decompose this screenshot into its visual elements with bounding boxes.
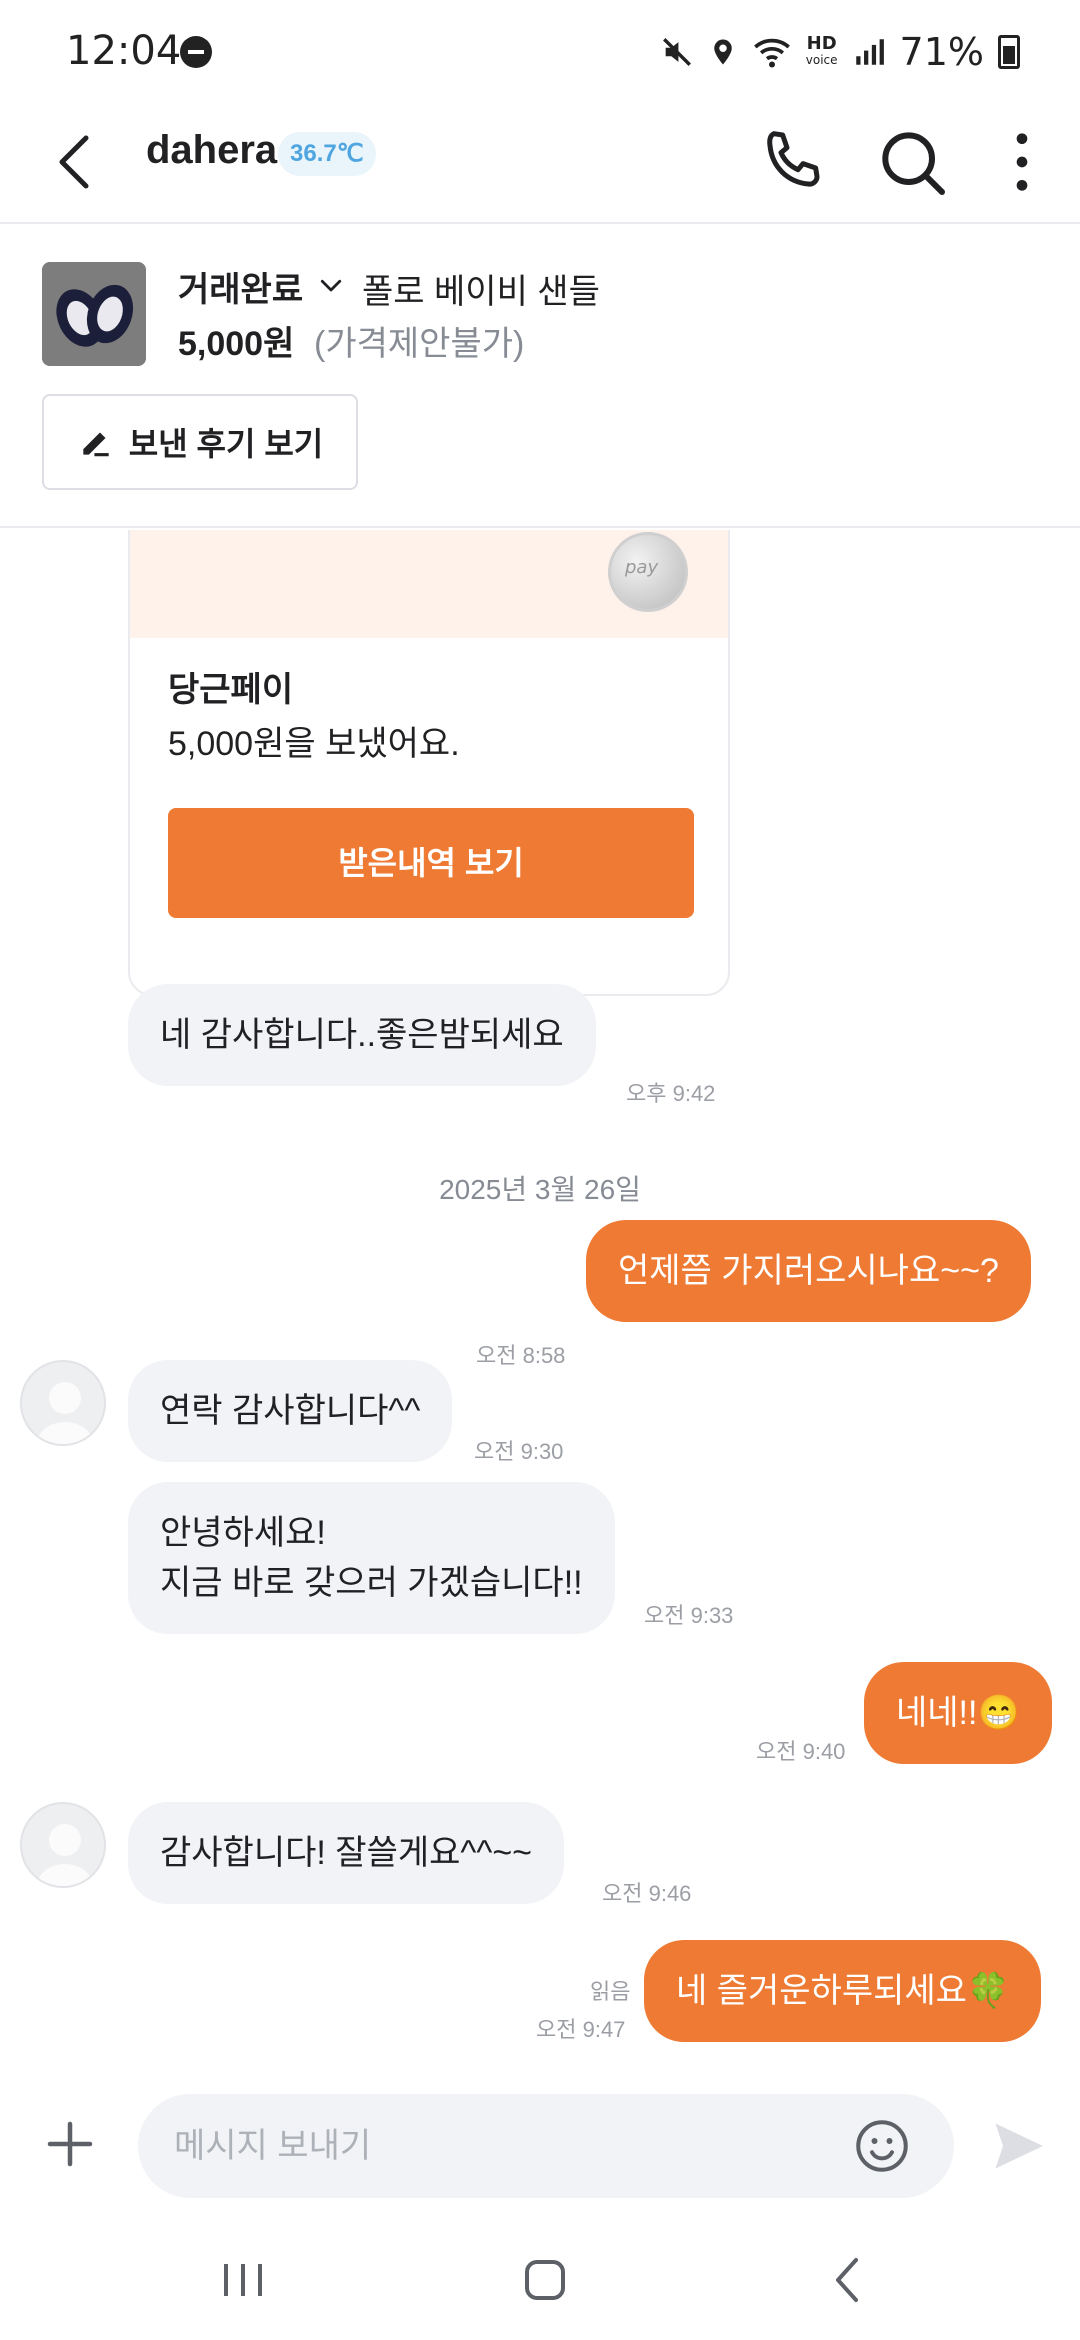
- chevron-down-icon[interactable]: [316, 270, 346, 300]
- home-icon: [525, 2260, 565, 2300]
- hd-voice-bottom: voice: [805, 53, 838, 67]
- system-navigation-bar: [0, 2220, 1080, 2340]
- default-profile-icon: [37, 1824, 93, 1886]
- hd-voice-top: HD: [806, 33, 837, 54]
- message-input[interactable]: [138, 2094, 954, 2198]
- incoming-message[interactable]: 연락 감사합니다^^: [128, 1360, 453, 1462]
- view-received-history-button[interactable]: 받은내역 보기: [168, 808, 694, 918]
- search-button[interactable]: [872, 120, 952, 204]
- location-icon: [714, 39, 732, 65]
- sandal-image: [42, 262, 146, 366]
- product-price: 5,000원: [178, 325, 295, 363]
- message-time: 오전 8:58: [476, 1343, 566, 1368]
- search-icon: [882, 132, 945, 195]
- do-not-disturb-icon: [180, 36, 212, 68]
- price-note: (가격제안불가): [314, 325, 525, 363]
- system-back-button[interactable]: [812, 2250, 882, 2310]
- chat-partner-name[interactable]: dahera: [146, 128, 277, 173]
- message-time: 오전 9:33: [644, 1603, 734, 1628]
- back-arrow-icon: [59, 135, 89, 189]
- pencil-icon: [83, 432, 109, 457]
- more-options-button[interactable]: [982, 120, 1062, 204]
- message-time: 오전 9:30: [474, 1439, 564, 1464]
- back-chevron-icon: [836, 2258, 858, 2302]
- back-button[interactable]: [44, 122, 114, 202]
- chat-header: dahera 36.7℃: [0, 100, 1080, 224]
- message-time: 오전 9:40: [756, 1739, 846, 1764]
- product-info-bar: 거래완료 폴로 베이비 샌들 5,000원 (가격제안불가) 보낸 후기 보기: [0, 226, 1080, 528]
- send-icon: [995, 2123, 1043, 2169]
- default-profile-icon: [37, 1382, 93, 1444]
- incoming-message[interactable]: 안녕하세요! 지금 바로 갖으러 가겠습니다!!: [128, 1482, 615, 1634]
- message-line: 지금 바로 갖으러 가겠습니다!!: [160, 1564, 583, 1602]
- message-input-bar: [0, 2070, 1080, 2220]
- recent-apps-icon: [224, 2264, 262, 2296]
- attach-button[interactable]: [40, 2114, 100, 2174]
- message-time: 오전 9:46: [602, 1881, 692, 1906]
- avatar[interactable]: [20, 1802, 106, 1888]
- signal-icon: [855, 39, 884, 65]
- message-line: 안녕하세요!: [160, 1514, 326, 1552]
- wifi-icon: [753, 38, 790, 68]
- battery-icon: [998, 35, 1020, 69]
- product-thumbnail[interactable]: [42, 262, 146, 366]
- view-sent-review-label: 보낸 후기 보기: [128, 426, 324, 462]
- outgoing-message[interactable]: 언제쯤 가지러오시나요~~?: [586, 1220, 1031, 1322]
- trade-status[interactable]: 거래완료: [178, 262, 303, 311]
- outgoing-message[interactable]: 네 즐거운하루되세요🍀: [644, 1940, 1042, 2042]
- pay-coin-text: pay: [625, 557, 659, 578]
- call-button[interactable]: [752, 120, 832, 204]
- product-title[interactable]: 폴로 베이비 샌들: [362, 264, 600, 313]
- battery-percent: 71%: [899, 30, 984, 74]
- phone-icon: [767, 131, 820, 187]
- view-sent-review-button[interactable]: 보낸 후기 보기: [42, 394, 358, 490]
- manner-temperature-badge: 36.7℃: [278, 132, 376, 176]
- smiley-icon: [856, 2120, 908, 2172]
- home-button[interactable]: [510, 2250, 580, 2310]
- read-receipt: 읽음: [590, 1979, 631, 2004]
- date-separator: 2025년 3월 26일: [439, 1174, 641, 1205]
- more-vertical-icon: [1016, 133, 1028, 191]
- status-bar: 12:04 HD voice 71%: [0, 0, 1080, 100]
- pay-card-title: 당근페이: [168, 671, 294, 709]
- avatar[interactable]: [20, 1360, 106, 1446]
- mute-icon: [662, 38, 691, 66]
- recent-apps-button[interactable]: [208, 2250, 278, 2310]
- incoming-message[interactable]: 감사합니다! 잘쓸게요^^~~: [128, 1802, 565, 1904]
- emoji-button[interactable]: [852, 2116, 912, 2176]
- status-time: 12:04: [66, 28, 182, 74]
- pay-card-banner: pay: [130, 530, 728, 638]
- message-time: 오후 9:42: [626, 1081, 716, 1106]
- status-icons: HD voice 71%: [660, 30, 1020, 74]
- send-button[interactable]: [988, 2116, 1048, 2176]
- pay-coin-icon: pay: [608, 532, 688, 612]
- message-time: 오전 9:47: [536, 2017, 626, 2042]
- karrot-pay-card: pay 당근페이 5,000원을 보냈어요. 받은내역 보기: [128, 530, 730, 996]
- pay-card-description: 5,000원을 보냈어요.: [168, 725, 460, 763]
- hd-voice-icon: HD voice: [805, 33, 838, 68]
- outgoing-message[interactable]: 네네!!😁: [864, 1662, 1052, 1764]
- chat-messages[interactable]: pay 당근페이 5,000원을 보냈어요. 받은내역 보기 네 감사합니다..…: [0, 530, 1080, 2060]
- incoming-message[interactable]: 네 감사합니다..좋은밤되세요: [128, 984, 596, 1086]
- plus-icon: [47, 2121, 93, 2167]
